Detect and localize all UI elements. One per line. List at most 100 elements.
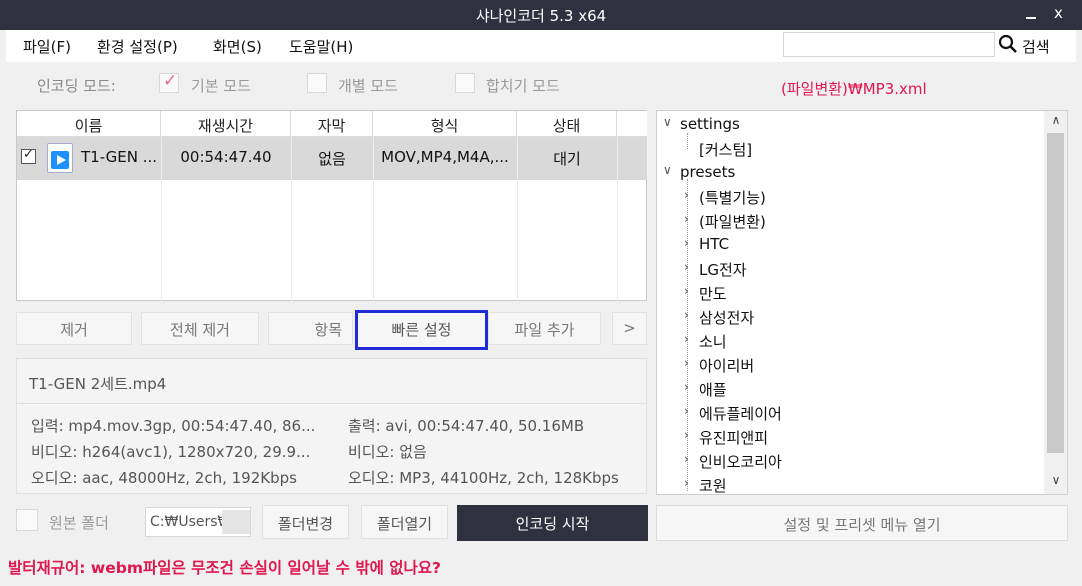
tree-node-preset[interactable]: HTC bbox=[699, 235, 729, 253]
collapse-arrow-icon[interactable]: › bbox=[684, 308, 689, 322]
tip-bar: 발터재규어: webm파일은 무조건 손실이 일어날 수 밖에 없나요? bbox=[6, 551, 1076, 581]
tree-node-settings[interactable]: settings bbox=[680, 115, 740, 133]
window-title: 샤나인코더 5.3 x64 bbox=[475, 7, 607, 25]
title-bar: 샤나인코더 5.3 x64 x bbox=[0, 0, 1082, 30]
tree-scrollbar[interactable]: ∧ ∨ bbox=[1044, 111, 1067, 494]
collapse-arrow-icon[interactable]: › bbox=[684, 452, 689, 466]
settings-preset-menu-button[interactable]: 설정 및 프리셋 메뉴 열기 bbox=[656, 505, 1068, 541]
file-list[interactable]: 이름 재생시간 자막 형식 상태 T1-GEN ... 00:54:47.40 … bbox=[16, 110, 647, 301]
current-preset-path: (파일변환)₩MP3.xml bbox=[781, 80, 927, 98]
basic-mode-checkbox[interactable] bbox=[159, 71, 179, 93]
tree-node-preset[interactable]: 유진피앤피 bbox=[699, 427, 768, 448]
tree-node-preset[interactable]: 애플 bbox=[699, 379, 727, 400]
column-header-empty bbox=[617, 111, 647, 137]
individual-mode-checkbox[interactable] bbox=[307, 73, 327, 93]
collapse-arrow-icon[interactable]: › bbox=[684, 332, 689, 346]
menu-view[interactable]: 화면(S) bbox=[213, 36, 262, 57]
search-button[interactable]: 검색 bbox=[1022, 36, 1050, 57]
row-format: MOV,MP4,M4A,... bbox=[381, 148, 509, 166]
search-icon[interactable] bbox=[998, 33, 1018, 55]
collapse-arrow-icon[interactable]: › bbox=[684, 188, 689, 202]
collapse-arrow-icon[interactable]: › bbox=[684, 356, 689, 370]
column-divider bbox=[373, 137, 374, 301]
remove-all-button[interactable]: 전체 제거 bbox=[141, 312, 259, 345]
info-video-input: 비디오: h264(avc1), 1280x720, 29.9... bbox=[31, 443, 311, 461]
scroll-down-icon[interactable]: ∨ bbox=[1044, 473, 1067, 493]
main-window: 파일(F) 환경 설정(P) 화면(S) 도움말(H) 검색 인코딩 모드: 기… bbox=[6, 30, 1076, 586]
scroll-thumb[interactable] bbox=[1047, 133, 1064, 453]
remove-button[interactable]: 제거 bbox=[16, 312, 132, 345]
tree-node-preset[interactable]: 에듀플레이어 bbox=[699, 403, 782, 424]
collapse-arrow-icon[interactable]: › bbox=[684, 212, 689, 226]
merge-mode-checkbox[interactable] bbox=[455, 73, 475, 93]
column-divider bbox=[517, 137, 518, 301]
tree-node-preset[interactable]: 코원 bbox=[699, 475, 727, 494]
merge-mode-label[interactable]: 합치기 모드 bbox=[486, 75, 560, 96]
tree-node-preset[interactable]: LG전자 bbox=[699, 259, 747, 280]
tree-node-preset[interactable]: 인비오코리아 bbox=[699, 451, 782, 472]
column-divider bbox=[161, 137, 162, 301]
scroll-up-icon[interactable]: ∧ bbox=[1044, 113, 1067, 133]
collapse-arrow-icon[interactable]: › bbox=[684, 404, 689, 418]
column-header-name[interactable]: 이름 bbox=[17, 111, 161, 137]
bottom-bar: 원본 폴더 C:₩Users₩ 폴더변경 폴더열기 인코딩 시작 설정 및 프리… bbox=[6, 500, 1076, 541]
more-button[interactable]: > bbox=[612, 312, 647, 345]
expand-arrow-icon[interactable]: ∨ bbox=[663, 115, 672, 129]
open-folder-button[interactable]: 폴더열기 bbox=[361, 505, 448, 539]
tree-node-preset[interactable]: 만도 bbox=[699, 283, 727, 304]
table-row[interactable]: T1-GEN ... 00:54:47.40 없음 MOV,MP4,M4A,..… bbox=[17, 137, 647, 180]
column-header-status[interactable]: 상태 bbox=[517, 111, 617, 137]
tree-node-preset[interactable]: 소니 bbox=[699, 331, 727, 352]
info-audio-input: 오디오: aac, 48000Hz, 2ch, 192Kbps bbox=[31, 469, 297, 487]
info-audio-output: 오디오: MP3, 44100Hz, 2ch, 128Kbps bbox=[348, 469, 619, 487]
minimize-icon[interactable] bbox=[1024, 2, 1040, 22]
tip-link[interactable]: 발터재규어: webm파일은 무조건 손실이 일어날 수 밖에 없나요? bbox=[8, 556, 441, 578]
basic-mode-label[interactable]: 기본 모드 bbox=[191, 75, 251, 96]
collapse-arrow-icon[interactable]: › bbox=[684, 476, 689, 490]
preset-tree[interactable]: ∨ settings [커스텀] ∨ presets › (특별기능) › (파… bbox=[656, 110, 1068, 495]
info-output: 출력: avi, 00:54:47.40, 50.16MB bbox=[348, 417, 585, 435]
row-checkbox[interactable] bbox=[21, 147, 36, 164]
column-header-format[interactable]: 형식 bbox=[373, 111, 517, 137]
column-header-duration[interactable]: 재생시간 bbox=[161, 111, 291, 137]
row-duration: 00:54:47.40 bbox=[180, 148, 272, 166]
individual-mode-label[interactable]: 개별 모드 bbox=[338, 75, 398, 96]
column-header-subtitle[interactable]: 자막 bbox=[291, 111, 373, 137]
info-video-output: 비디오: 없음 bbox=[348, 443, 427, 461]
change-folder-button[interactable]: 폴더변경 bbox=[262, 505, 349, 539]
menu-preferences[interactable]: 환경 설정(P) bbox=[97, 36, 178, 57]
tree-node-preset[interactable]: (파일변환) bbox=[699, 211, 766, 232]
tree-node-custom[interactable]: [커스텀] bbox=[699, 139, 752, 160]
collapse-arrow-icon[interactable]: › bbox=[684, 428, 689, 442]
collapse-arrow-icon[interactable]: › bbox=[684, 284, 689, 298]
search-input[interactable] bbox=[783, 32, 995, 57]
tree-node-preset[interactable]: 아이리버 bbox=[699, 355, 754, 376]
row-subtitle: 없음 bbox=[318, 150, 346, 168]
column-divider bbox=[291, 137, 292, 301]
encoding-mode-label: 인코딩 모드: bbox=[37, 77, 116, 95]
info-input: 입력: mp4.mov.3gp, 00:54:47.40, 86... bbox=[31, 417, 316, 435]
tree-node-preset[interactable]: (특별기능) bbox=[699, 187, 766, 208]
quick-settings-button[interactable]: 빠른 설정 bbox=[355, 310, 488, 350]
row-name: T1-GEN ... bbox=[81, 148, 158, 166]
close-icon[interactable]: x bbox=[1054, 4, 1070, 24]
add-file-button[interactable]: 파일 추가 bbox=[488, 312, 601, 345]
collapse-arrow-icon[interactable]: › bbox=[684, 260, 689, 274]
collapse-arrow-icon[interactable]: › bbox=[684, 380, 689, 394]
tree-node-preset[interactable]: 삼성전자 bbox=[699, 307, 754, 328]
video-file-icon bbox=[47, 143, 73, 173]
start-encoding-button[interactable]: 인코딩 시작 bbox=[457, 505, 648, 541]
encoding-mode-bar: 인코딩 모드: 기본 모드 개별 모드 합치기 모드 (파일변환)₩MP3.xm… bbox=[6, 66, 1076, 104]
item-button[interactable]: 항목 bbox=[268, 312, 353, 345]
menu-help[interactable]: 도움말(H) bbox=[289, 36, 353, 57]
collapse-arrow-icon[interactable]: › bbox=[684, 236, 689, 250]
expand-arrow-icon[interactable]: ∨ bbox=[663, 163, 672, 177]
row-status: 대기 bbox=[553, 150, 581, 168]
original-folder-checkbox[interactable] bbox=[16, 509, 38, 531]
output-path-field[interactable]: C:₩Users₩ bbox=[145, 507, 251, 537]
info-divider bbox=[17, 403, 646, 404]
original-folder-label[interactable]: 원본 폴더 bbox=[49, 512, 109, 533]
tree-node-presets[interactable]: presets bbox=[680, 163, 735, 181]
info-filename: T1-GEN 2세트.mp4 bbox=[29, 375, 167, 393]
menu-file[interactable]: 파일(F) bbox=[23, 36, 71, 57]
